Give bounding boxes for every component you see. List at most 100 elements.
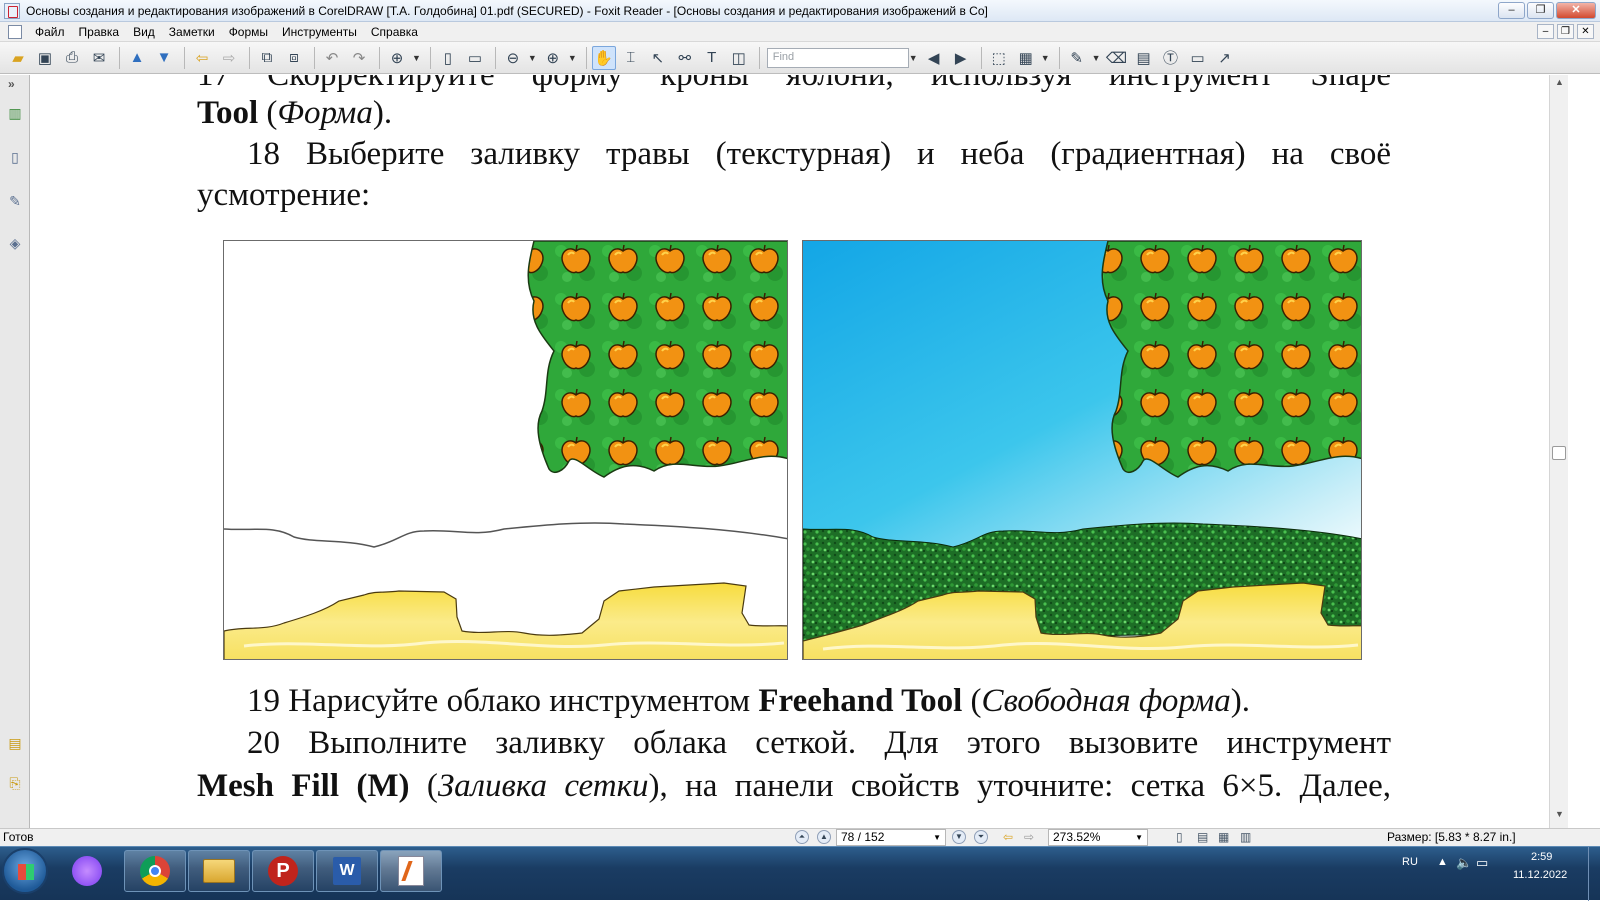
mesh-fill-italic-text: Заливка сетки: [437, 768, 649, 804]
volume-icon[interactable]: 🔈: [1456, 855, 1472, 871]
continuous-facing-icon[interactable]: ▥: [1240, 830, 1251, 844]
next-page-icon[interactable]: ▼: [952, 830, 966, 844]
email-icon[interactable]: ✉: [87, 46, 111, 70]
select-text-icon[interactable]: ⌶: [619, 46, 643, 70]
zoom-input[interactable]: 273.52% ▼: [1048, 829, 1148, 846]
layers-icon[interactable]: ◈: [6, 235, 24, 255]
pencil-dropdown-icon[interactable]: ▼: [1092, 53, 1101, 63]
back-icon[interactable]: ⇦: [190, 46, 214, 70]
typewriter-icon[interactable]: T: [700, 46, 724, 70]
find-previous-icon[interactable]: ◀: [922, 46, 946, 70]
paragraph-17-continuation: Tool (Форма).: [197, 95, 392, 132]
facing-pages-icon[interactable]: ⧈: [282, 46, 306, 70]
page-number-input[interactable]: 78 / 152 ▼: [836, 829, 946, 846]
single-page-icon[interactable]: ▯: [1176, 830, 1183, 844]
attachments-icon[interactable]: ⎘: [6, 775, 24, 795]
binoculars-icon[interactable]: ⚯: [673, 46, 697, 70]
step-19-text: 19 Нарисуйте облако инструментом: [247, 683, 759, 719]
snapshot-icon[interactable]: ◫: [727, 46, 751, 70]
prev-page-icon[interactable]: ▲: [817, 830, 831, 844]
open-icon[interactable]: ▰: [6, 46, 30, 70]
print-icon[interactable]: ⎙: [60, 46, 84, 70]
alice-assistant-button[interactable]: [56, 850, 118, 892]
clock-date[interactable]: 11.12.2022: [1513, 869, 1567, 881]
find-next-icon[interactable]: ▶: [949, 46, 973, 70]
pencil-tool-icon[interactable]: ✎: [1065, 46, 1089, 70]
start-button[interactable]: [2, 848, 48, 894]
comments-icon[interactable]: ▤: [6, 735, 24, 755]
fit-width-icon[interactable]: ▭: [463, 46, 487, 70]
bookmarks-icon[interactable]: ▥: [6, 105, 24, 125]
facing-icon[interactable]: ▦: [1218, 830, 1229, 844]
restore-button[interactable]: ❐: [1527, 2, 1554, 19]
doc-minimize-button[interactable]: –: [1537, 24, 1554, 39]
document-view[interactable]: 17 Скорректируйте форму кроны яблони, ис…: [31, 75, 1548, 828]
first-page-icon[interactable]: ⏶: [795, 830, 809, 844]
menu-help[interactable]: Справка: [364, 25, 425, 39]
undo-icon[interactable]: ↶: [320, 46, 344, 70]
doc-restore-button[interactable]: ❐: [1557, 24, 1574, 39]
reader-taskbar-button[interactable]: P: [252, 850, 314, 892]
illustration-filled-scene: [802, 240, 1362, 660]
illustration-outline-scene: [223, 240, 788, 660]
vertical-scrollbar[interactable]: ▲ ▼: [1549, 75, 1568, 828]
clock-time[interactable]: 2:59: [1531, 851, 1552, 863]
pdf-page: 17 Скорректируйте форму кроны яблони, ис…: [31, 75, 1548, 828]
document-window-controls: – ❐ ✕: [1537, 24, 1594, 39]
continuous-icon[interactable]: ▤: [1197, 830, 1208, 844]
next-page-icon[interactable]: ▼: [152, 46, 176, 70]
chrome-taskbar-button[interactable]: [124, 850, 186, 892]
menu-comments[interactable]: Заметки: [162, 25, 222, 39]
zoom-icon[interactable]: ⊕: [385, 46, 409, 70]
step-18-text: 18 Выберите заливку травы (текстурная) и…: [247, 136, 1391, 172]
menu-edit[interactable]: Правка: [72, 25, 127, 39]
arrow-tool-icon[interactable]: ↗: [1213, 46, 1237, 70]
scroll-down-icon[interactable]: ▼: [1553, 809, 1566, 824]
menu-view[interactable]: Вид: [126, 25, 162, 39]
language-indicator[interactable]: RU: [1402, 856, 1418, 868]
expand-panel-icon[interactable]: »: [8, 77, 15, 91]
doc-close-button[interactable]: ✕: [1577, 24, 1594, 39]
note-icon[interactable]: ▭: [1186, 46, 1210, 70]
eraser-icon[interactable]: ⌫: [1105, 46, 1129, 70]
save-icon[interactable]: ▣: [33, 46, 57, 70]
show-desktop-button[interactable]: [1588, 847, 1600, 901]
link-tool-icon[interactable]: ⬚: [987, 46, 1011, 70]
zoom-out-icon[interactable]: ⊖: [501, 46, 525, 70]
close-button[interactable]: ✕: [1556, 2, 1596, 19]
status-bar: Готов ⏶ ▲ 78 / 152 ▼ ▼ ⏷ ⇦ ⇨ 273.52% ▼ ▯ ▤…: [0, 828, 1600, 846]
show-hidden-icons-icon[interactable]: ▲: [1437, 856, 1448, 868]
scroll-thumb[interactable]: [1552, 446, 1566, 460]
zoom-in-icon[interactable]: ⊕: [541, 46, 565, 70]
zoom-out-dropdown-icon[interactable]: ▼: [528, 53, 537, 63]
textbox-icon[interactable]: Ⓣ: [1159, 46, 1183, 70]
find-dropdown-icon[interactable]: ▼: [909, 53, 918, 63]
hand-tool-icon[interactable]: ✋: [591, 45, 616, 70]
foxit-taskbar-button[interactable]: [380, 850, 442, 892]
highlight-icon[interactable]: ▤: [1132, 46, 1156, 70]
menu-file[interactable]: Файл: [28, 25, 72, 39]
pages-icon[interactable]: ▯: [6, 149, 24, 169]
word-taskbar-button[interactable]: W: [316, 850, 378, 892]
scroll-up-icon[interactable]: ▲: [1553, 77, 1566, 92]
last-page-icon[interactable]: ⏷: [974, 830, 988, 844]
zoom-dropdown-icon[interactable]: ▼: [412, 53, 421, 63]
go-back-icon[interactable]: ⇦: [1003, 830, 1013, 844]
annotations-icon[interactable]: ✎: [6, 193, 24, 213]
minimize-button[interactable]: –: [1498, 2, 1525, 19]
redo-icon[interactable]: ↷: [347, 46, 371, 70]
fit-page-icon[interactable]: ▯: [436, 46, 460, 70]
find-input[interactable]: Find: [766, 47, 909, 68]
explorer-taskbar-button[interactable]: [188, 850, 250, 892]
previous-page-icon[interactable]: ▲: [125, 46, 149, 70]
network-icon[interactable]: ▭: [1476, 855, 1488, 871]
select-pointer-icon[interactable]: ↖: [646, 46, 670, 70]
menu-tools[interactable]: Инструменты: [275, 25, 364, 39]
zoom-in-dropdown-icon[interactable]: ▼: [568, 53, 577, 63]
go-forward-icon[interactable]: ⇨: [1024, 830, 1034, 844]
menu-forms[interactable]: Формы: [222, 25, 275, 39]
rectangle-dropdown-icon[interactable]: ▼: [1041, 53, 1050, 63]
continuous-page-icon[interactable]: ⧉: [255, 46, 279, 70]
forward-icon[interactable]: ⇨: [217, 46, 241, 70]
rectangle-tool-icon[interactable]: ▦: [1014, 46, 1038, 70]
